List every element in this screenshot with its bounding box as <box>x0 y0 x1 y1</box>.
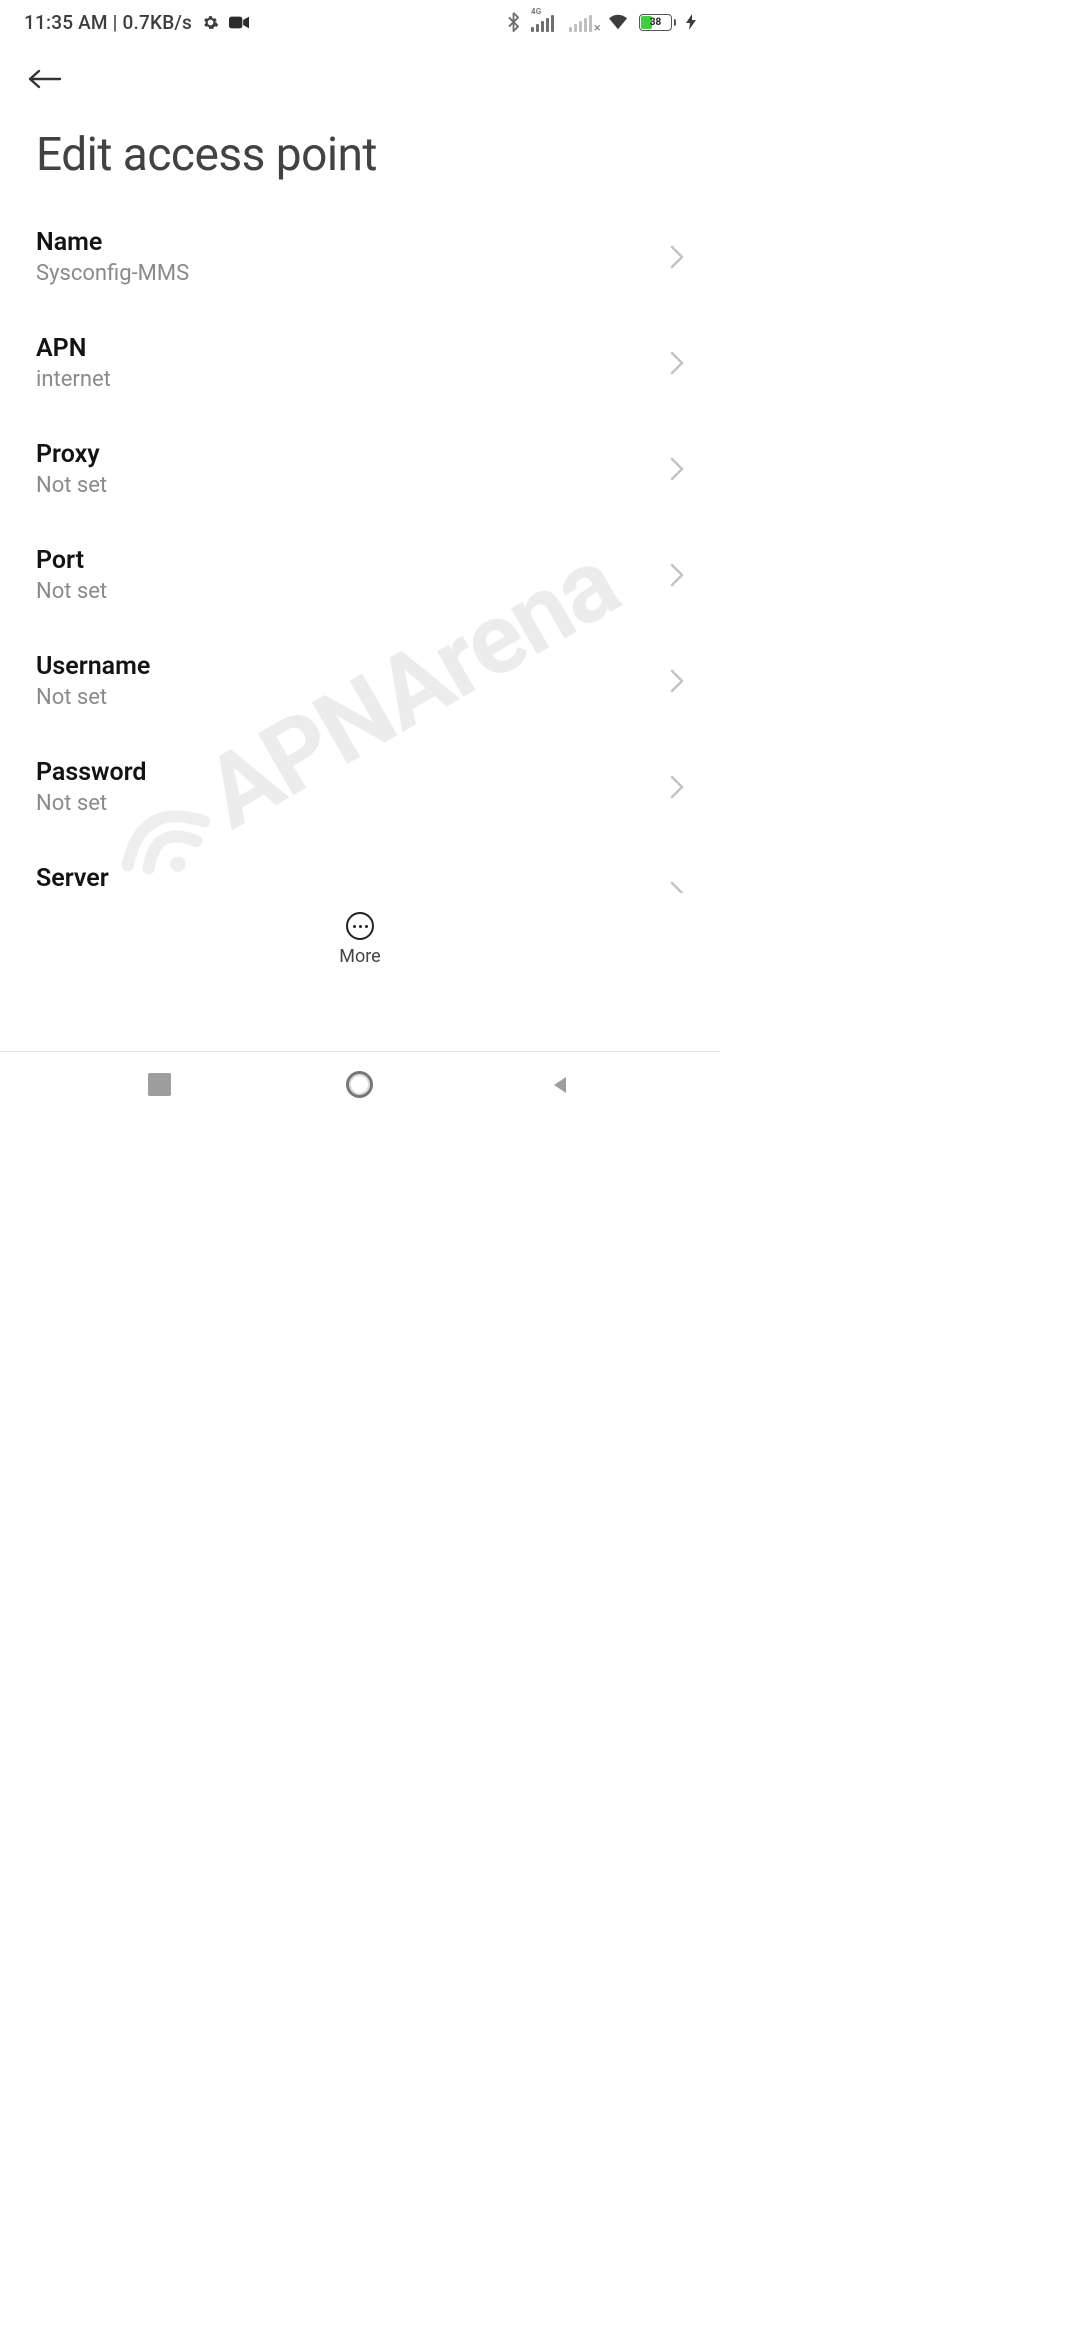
chevron-right-icon <box>670 457 684 481</box>
chevron-right-icon <box>670 563 684 587</box>
field-value: Not set <box>36 791 644 816</box>
more-dots-icon <box>346 912 374 940</box>
wifi-icon <box>607 13 629 31</box>
gear-icon <box>202 14 219 31</box>
field-title: Port <box>36 546 644 575</box>
apn-field-apn[interactable]: APN internet <box>36 310 684 416</box>
field-value: Not set <box>36 473 644 498</box>
nav-recents-button[interactable] <box>148 1073 171 1096</box>
more-button[interactable]: More <box>0 893 720 985</box>
apn-field-password[interactable]: Password Not set <box>36 734 684 840</box>
more-label: More <box>339 946 380 967</box>
field-title: Username <box>36 652 644 681</box>
arrow-left-icon <box>28 67 62 91</box>
nav-back-button[interactable] <box>548 1073 572 1097</box>
field-title: Proxy <box>36 440 644 469</box>
apn-field-proxy[interactable]: Proxy Not set <box>36 416 684 522</box>
chevron-right-icon <box>670 669 684 693</box>
back-button[interactable] <box>28 56 74 102</box>
chevron-right-icon <box>670 245 684 269</box>
signal-sim1-icon: 4G <box>531 12 559 32</box>
signal-sim2-icon: ✕ <box>569 12 597 32</box>
bluetooth-icon <box>506 12 521 32</box>
page-title: Edit access point <box>28 128 692 182</box>
field-title: Server <box>36 864 644 893</box>
system-nav-bar <box>0 1051 720 1117</box>
field-title: Password <box>36 758 644 787</box>
field-value: Not set <box>36 685 644 710</box>
video-camera-icon <box>229 15 249 30</box>
field-title: APN <box>36 334 644 363</box>
field-value: Not set <box>36 579 644 604</box>
nav-home-button[interactable] <box>346 1071 373 1098</box>
field-title: Name <box>36 228 644 257</box>
apn-field-port[interactable]: Port Not set <box>36 522 684 628</box>
field-value: Sysconfig-MMS <box>36 261 644 286</box>
status-bar: 11:35 AM | 0.7KB/s 4G ✕ <box>0 0 720 44</box>
charging-bolt-icon <box>686 14 696 30</box>
field-value: internet <box>36 367 644 392</box>
chevron-right-icon <box>670 351 684 375</box>
apn-field-name[interactable]: Name Sysconfig-MMS <box>36 204 684 310</box>
chevron-right-icon <box>670 775 684 799</box>
apn-field-username[interactable]: Username Not set <box>36 628 684 734</box>
status-time: 11:35 AM | 0.7KB/s <box>24 11 192 34</box>
battery-indicator: 38 <box>639 14 676 31</box>
